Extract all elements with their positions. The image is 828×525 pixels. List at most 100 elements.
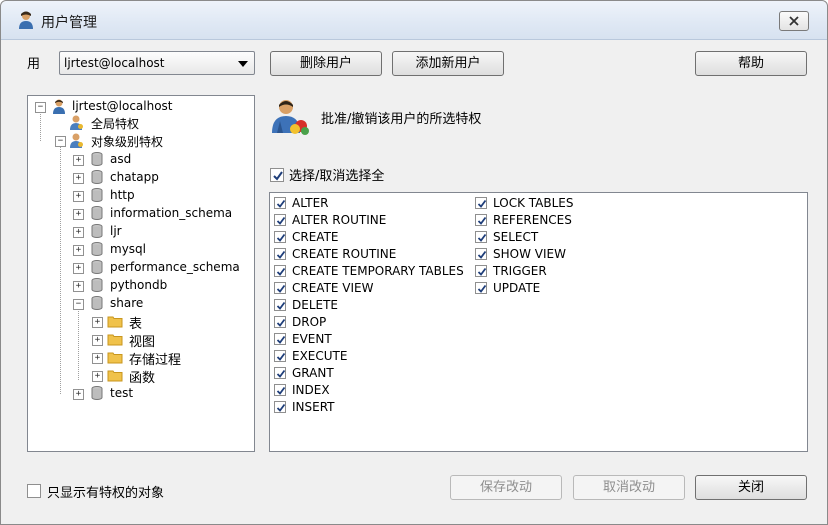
check-icon bbox=[276, 284, 286, 293]
expand-icon[interactable]: + bbox=[73, 209, 84, 220]
database-icon bbox=[91, 170, 103, 184]
check-icon bbox=[276, 301, 286, 310]
privilege-checkbox[interactable] bbox=[274, 401, 286, 413]
expand-icon[interactable]: + bbox=[73, 281, 84, 292]
database-icon bbox=[91, 224, 103, 238]
privilege-label: CREATE ROUTINE bbox=[292, 247, 397, 261]
select-all-label: 选择/取消选择全 bbox=[289, 169, 385, 184]
privilege-checkbox[interactable] bbox=[475, 197, 487, 209]
check-icon bbox=[477, 267, 487, 276]
window-title: 用户管理 bbox=[41, 15, 97, 31]
check-icon bbox=[276, 233, 286, 242]
privilege-checkbox[interactable] bbox=[274, 197, 286, 209]
tree-db-label: performance_schema bbox=[110, 260, 240, 274]
check-icon bbox=[276, 403, 286, 412]
check-icon bbox=[276, 352, 286, 361]
tree-db-label: information_schema bbox=[110, 206, 233, 220]
privilege-checkbox[interactable] bbox=[475, 265, 487, 277]
privilege-checkbox[interactable] bbox=[274, 384, 286, 396]
cancel-changes-button[interactable]: 取消改动 bbox=[573, 475, 685, 500]
delete-user-button[interactable]: 删除用户 bbox=[270, 51, 382, 76]
close-window-button[interactable] bbox=[779, 11, 809, 31]
user-select-value: ljrtest@localhost bbox=[64, 56, 165, 70]
tree-db-label: asd bbox=[110, 152, 132, 166]
tree-folder-label: 表 bbox=[129, 317, 143, 332]
privilege-checkbox[interactable] bbox=[274, 299, 286, 311]
check-icon bbox=[276, 267, 286, 276]
privilege-checkbox[interactable] bbox=[274, 367, 286, 379]
check-icon bbox=[273, 171, 283, 181]
expand-icon[interactable]: + bbox=[73, 191, 84, 202]
privilege-label: SHOW VIEW bbox=[493, 247, 566, 261]
tree-item-label: 对象级别特权 bbox=[91, 135, 164, 149]
user-privileges-icon bbox=[272, 100, 309, 135]
expand-icon[interactable]: + bbox=[73, 173, 84, 184]
database-icon bbox=[91, 206, 103, 220]
database-icon bbox=[91, 278, 103, 292]
privilege-label: ALTER bbox=[292, 196, 329, 210]
tree-db-label: http bbox=[110, 188, 135, 202]
privilege-label: INDEX bbox=[292, 383, 330, 397]
close-icon bbox=[789, 16, 799, 26]
privileges-list[interactable]: ALTER ALTER ROUTINE CREATE CREATE ROUTIN… bbox=[269, 192, 808, 452]
privileges-header: 批准/撤销该用户的所选特权 bbox=[321, 112, 482, 127]
help-button[interactable]: 帮助 bbox=[695, 51, 807, 76]
expand-icon[interactable]: + bbox=[92, 371, 103, 382]
privilege-label: REFERENCES bbox=[493, 213, 572, 227]
privilege-label: EVENT bbox=[292, 332, 332, 346]
check-icon bbox=[276, 318, 286, 327]
expand-icon[interactable]: + bbox=[73, 389, 84, 400]
check-icon bbox=[276, 335, 286, 344]
select-all-checkbox[interactable] bbox=[270, 168, 284, 182]
collapse-icon[interactable]: − bbox=[55, 136, 66, 147]
privilege-label: DROP bbox=[292, 315, 327, 329]
expand-icon[interactable]: + bbox=[73, 155, 84, 166]
check-icon bbox=[477, 233, 487, 242]
close-button[interactable]: 关闭 bbox=[695, 475, 807, 500]
privilege-checkbox[interactable] bbox=[274, 248, 286, 260]
expand-icon[interactable]: + bbox=[92, 353, 103, 364]
privilege-checkbox[interactable] bbox=[274, 316, 286, 328]
privilege-checkbox[interactable] bbox=[274, 265, 286, 277]
folder-icon bbox=[107, 352, 123, 364]
save-changes-button[interactable]: 保存改动 bbox=[450, 475, 562, 500]
only-privileged-label: 只显示有特权的对象 bbox=[47, 486, 165, 501]
privilege-label: SELECT bbox=[493, 230, 539, 244]
database-icon bbox=[91, 386, 103, 400]
user-key-icon bbox=[70, 133, 83, 148]
privilege-label: CREATE TEMPORARY TABLES bbox=[292, 264, 464, 278]
privilege-label: UPDATE bbox=[493, 281, 541, 295]
object-tree[interactable]: − ljrtest@localhost 全局特权 − 对象级别特权 + asd … bbox=[27, 95, 255, 452]
add-user-button[interactable]: 添加新用户 bbox=[392, 51, 504, 76]
tree-line bbox=[78, 308, 79, 380]
collapse-icon[interactable]: − bbox=[73, 299, 84, 310]
privilege-checkbox[interactable] bbox=[274, 333, 286, 345]
expand-icon[interactable]: + bbox=[92, 317, 103, 328]
privilege-checkbox[interactable] bbox=[274, 214, 286, 226]
privilege-checkbox[interactable] bbox=[475, 248, 487, 260]
database-icon bbox=[91, 296, 103, 310]
privilege-checkbox[interactable] bbox=[274, 231, 286, 243]
check-icon bbox=[477, 199, 487, 208]
folder-icon bbox=[107, 334, 123, 346]
expand-icon[interactable]: + bbox=[73, 263, 84, 274]
privilege-checkbox[interactable] bbox=[274, 282, 286, 294]
expand-icon[interactable]: + bbox=[73, 245, 84, 256]
privilege-label: LOCK TABLES bbox=[493, 196, 574, 210]
expand-icon[interactable]: + bbox=[92, 335, 103, 346]
privilege-label: TRIGGER bbox=[493, 264, 547, 278]
database-icon bbox=[91, 152, 103, 166]
user-select[interactable]: ljrtest@localhost bbox=[59, 51, 255, 75]
tree-folder-label: 存储过程 bbox=[129, 353, 182, 368]
privilege-checkbox[interactable] bbox=[274, 350, 286, 362]
privilege-label: CREATE VIEW bbox=[292, 281, 374, 295]
only-privileged-checkbox[interactable] bbox=[27, 484, 41, 498]
expand-icon[interactable]: + bbox=[73, 227, 84, 238]
privilege-checkbox[interactable] bbox=[475, 282, 487, 294]
collapse-icon[interactable]: − bbox=[35, 102, 46, 113]
privilege-checkbox[interactable] bbox=[475, 231, 487, 243]
title-bar: 用户管理 bbox=[1, 1, 827, 40]
tree-db-label: pythondb bbox=[110, 278, 168, 292]
check-icon bbox=[477, 250, 487, 259]
privilege-checkbox[interactable] bbox=[475, 214, 487, 226]
